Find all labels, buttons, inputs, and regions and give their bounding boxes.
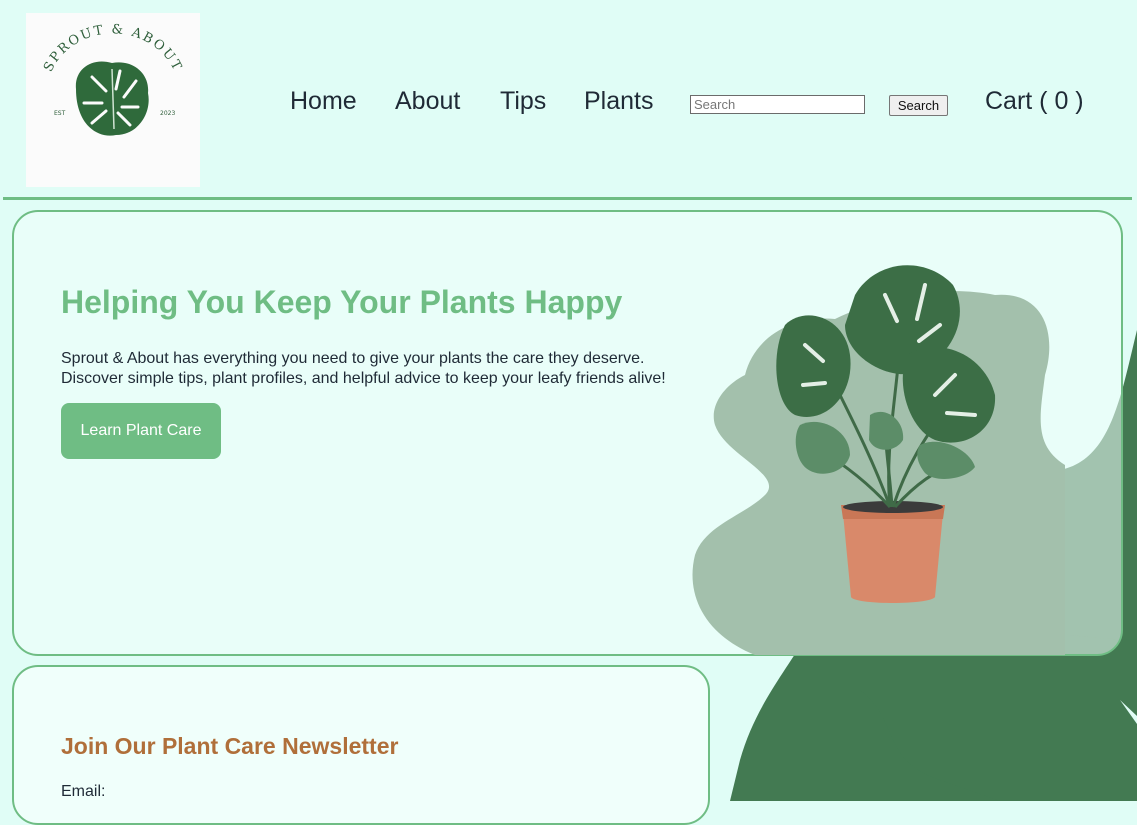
newsletter-title: Join Our Plant Care Newsletter [61,733,399,759]
nav-tips[interactable]: Tips [500,86,546,116]
site-logo[interactable]: SPROUT & ABOUT EST 2023 [26,13,200,187]
nav-home[interactable]: Home [290,86,357,116]
hero-title: Helping You Keep Your Plants Happy [61,284,623,320]
hero-description-line-1: Sprout & About has everything you need t… [61,350,645,367]
nav-plants[interactable]: Plants [584,86,653,116]
monstera-leaf-icon: SPROUT & ABOUT EST 2023 [41,22,183,136]
nav-about[interactable]: About [395,86,460,116]
hero-description-line-2: Discover simple tips, plant profiles, an… [61,370,666,387]
search-button[interactable]: Search [889,95,948,116]
cart-link[interactable]: Cart ( 0 ) [985,86,1084,116]
site-header: SPROUT & ABOUT EST 2023 Home About Tips … [0,0,1137,200]
potted-monstera-image [692,265,1065,655]
logo-est-text: EST [54,110,66,117]
hero-description: Sprout & About has everything you need t… [61,349,666,389]
learn-plant-care-button[interactable]: Learn Plant Care [61,403,221,459]
search-input[interactable] [690,95,865,114]
logo-year-text: 2023 [160,110,175,117]
header-divider [3,197,1132,200]
email-label: Email: [61,783,106,800]
